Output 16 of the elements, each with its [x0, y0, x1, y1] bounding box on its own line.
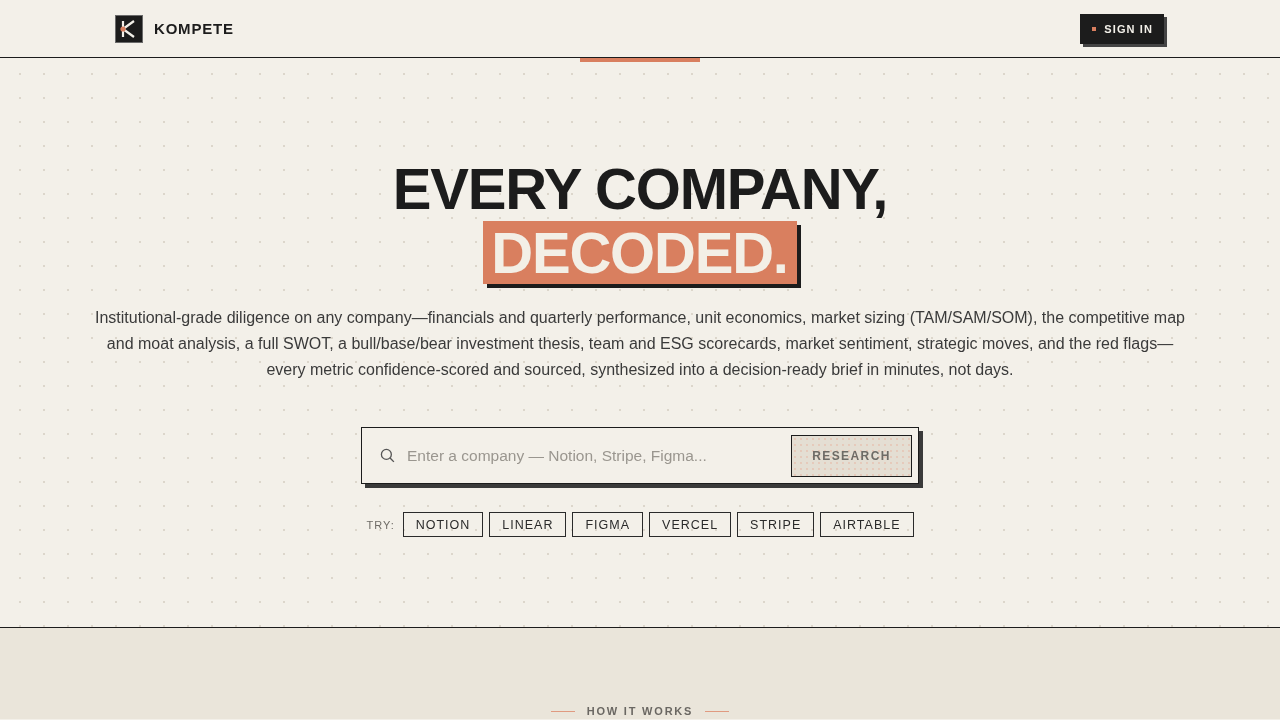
logo-icon — [115, 14, 143, 43]
hero-description: Institutional-grade diligence on any company—financials and quarterly performance, unit economics, market sizing (TAM/SAM/SOM), the competitive map and moat analysis, a full SWOT, a bull/base/bear investment thesis, team and ESG scorecards, market sentiment, strategic moves, and the red flags—every metric confidence-scored and sourced, synthesized into a decision-ready brief in minutes, not days. — [94, 308, 1186, 380]
search-icon — [380, 448, 395, 463]
square-icon — [1092, 26, 1097, 31]
try-label: TRY: — [366, 518, 395, 531]
hero-title: EVERY COMPANY, — [392, 157, 888, 221]
search-input[interactable]: Enter a company — Notion, Stripe, Figma... — [407, 440, 781, 471]
suggestion-chip[interactable]: LINEAR — [489, 512, 567, 537]
suggestion-chip[interactable]: FIGMA — [572, 512, 644, 537]
brand-name: KOMPETE — [154, 20, 234, 37]
suggestion-chip[interactable]: AIRTABLE — [820, 512, 914, 537]
suggestion-chip[interactable]: VERCEL — [649, 512, 732, 537]
suggestion-chip[interactable]: STRIPE — [737, 512, 815, 537]
suggestion-chip[interactable]: NOTION — [402, 512, 484, 537]
section-heading: HOW IT WORKS — [586, 704, 694, 718]
sign-in-button[interactable]: SIGN IN — [1080, 13, 1164, 44]
